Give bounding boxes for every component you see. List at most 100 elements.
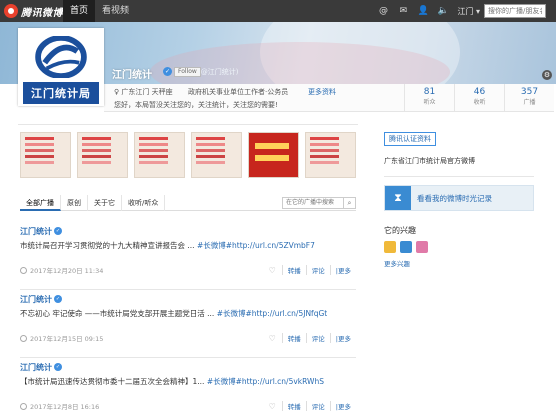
post-author[interactable]: 江门统计	[20, 226, 52, 237]
search-input[interactable]	[484, 4, 546, 18]
interest-icon[interactable]	[416, 241, 428, 253]
stat-label: 听众	[423, 99, 436, 106]
jiangmen-logo-icon	[35, 36, 87, 78]
list-item: 江门统计 ✓ 不忘初心 牢记使命 ——市统计局党支部开展主题党日活 ... #长…	[20, 290, 356, 358]
verified-icon: ✓	[54, 295, 62, 303]
interests-title: 它的兴趣	[384, 226, 416, 235]
clock-icon	[20, 334, 27, 342]
more-button[interactable]: |更多	[329, 401, 356, 411]
post-meta: 2017年12月15日 09:15 ♡ 转播 评论 |更多	[20, 332, 356, 344]
heart-icon[interactable]: ♡	[269, 334, 276, 343]
post-body: 市统计局召开学习贯彻党的十九大精神宣讲报告会 ...	[20, 241, 195, 250]
photo-thumbnail[interactable]	[248, 132, 299, 178]
post-time[interactable]: 2017年12月8日 16:16	[30, 401, 99, 411]
divider	[18, 124, 358, 125]
post-link[interactable]: #长微博#http://url.cn/5JNfqGt	[217, 309, 328, 318]
interest-icons	[384, 241, 534, 253]
post-time[interactable]: 2017年12月20日 11:34	[30, 265, 103, 275]
post-text: 不忘初心 牢记使命 ——市统计局党支部开展主题党日活 ... #长微博#http…	[20, 308, 356, 319]
photo-thumbnail[interactable]	[20, 132, 71, 178]
stat-label: 收听	[473, 99, 486, 106]
post-link[interactable]: #长微博#http://url.cn/5ZVmbF7	[197, 241, 315, 250]
timeline-button[interactable]: ⧗ 看看我的微博时光记录	[384, 185, 534, 211]
photo-thumbnail[interactable]	[134, 132, 185, 178]
follow-button[interactable]: Follow	[174, 67, 201, 77]
clock-icon	[20, 402, 27, 410]
post-author[interactable]: 江门统计	[20, 362, 52, 373]
location-text: ♀ 广东江门 天秤座	[114, 88, 173, 96]
profile-stats: 81 听众 46 收听 357 广播	[404, 84, 554, 112]
more-button[interactable]: |更多	[329, 333, 356, 343]
interest-icon[interactable]	[400, 241, 412, 253]
tab-about[interactable]: 关于它	[88, 194, 122, 211]
post-meta: 2017年12月8日 16:16 ♡ 转播 评论 |更多	[20, 400, 356, 412]
verified-icon: ✓	[163, 67, 172, 76]
stat-listeners[interactable]: 81 听众	[404, 84, 454, 112]
post-meta: 2017年12月20日 11:34 ♡ 转播 评论 |更多	[20, 264, 356, 276]
stat-label: 广播	[523, 99, 536, 106]
stat-broadcasts[interactable]: 357 广播	[504, 84, 554, 112]
nav-videos[interactable]: 看视频	[95, 0, 136, 22]
right-sidebar: 腾讯认证资料 广东省江门市统计局官方微博 ⧗ 看看我的微博时光记录 它的兴趣 更…	[384, 132, 534, 268]
stat-number: 46	[473, 87, 486, 97]
avatar[interactable]: 江门统计局	[18, 28, 104, 106]
bio-text: 您好，本局暂没关注您的，关注统计，关注您的需要!	[114, 101, 278, 109]
feed-list: 江门统计 ✓ 市统计局召开学习贯彻党的十九大精神宣讲报告会 ... #长微博#h…	[20, 222, 356, 418]
timeline-text: 看看我的微博时光记录	[417, 193, 492, 203]
top-nav: 腾讯微博 首页 看视频 @ ✉ 👤 🔈 江门 ▾	[0, 0, 556, 22]
auth-description: 广东省江门市统计局官方微博	[384, 157, 475, 165]
post-author[interactable]: 江门统计	[20, 294, 52, 305]
mail-icon[interactable]: ✉	[393, 0, 413, 22]
nav-home[interactable]: 首页	[63, 0, 96, 22]
photo-thumbnail[interactable]	[77, 132, 128, 178]
post-text: 【市统计局迅速传达贯彻市委十二届五次全会精神】1... #长微博#http://…	[20, 376, 356, 387]
logo-text: 腾讯微博	[21, 7, 63, 19]
more-button[interactable]: |更多	[329, 265, 356, 275]
logo-eye-icon	[4, 4, 18, 18]
at-icon[interactable]: @	[373, 0, 393, 22]
weibo-logo[interactable]: 腾讯微博	[4, 0, 63, 22]
user-icon[interactable]: 👤	[413, 0, 433, 22]
clock-icon	[20, 266, 27, 274]
tab-all[interactable]: 全部广播	[20, 194, 61, 211]
more-interests-link[interactable]: 更多兴趣	[384, 258, 534, 268]
heart-icon[interactable]: ♡	[269, 266, 276, 275]
region-selector[interactable]: 江门 ▾	[453, 6, 484, 17]
comment-button[interactable]: 评论	[305, 265, 330, 275]
post-time[interactable]: 2017年12月15日 09:15	[30, 333, 103, 343]
avatar-title: 江门统计局	[23, 82, 99, 104]
gear-icon[interactable]: ⚙	[542, 70, 552, 80]
repost-button[interactable]: 转播	[281, 333, 306, 343]
tab-original[interactable]: 原创	[61, 194, 88, 211]
stat-number: 81	[423, 87, 436, 97]
profile-name: 江门统计	[112, 70, 152, 81]
interest-icon[interactable]	[384, 241, 396, 253]
auth-info-label: 腾讯认证资料	[384, 132, 436, 146]
post-body: 不忘初心 牢记使命 ——市统计局党支部开展主题党日活 ...	[20, 309, 215, 318]
comment-button[interactable]: 评论	[305, 333, 330, 343]
post-link[interactable]: #长微博#http://url.cn/5vkRWhS	[207, 377, 324, 386]
profile-info: ♀ 广东江门 天秤座 政府机关事业单位工作者·公务员 更多资料 您好，本局暂没关…	[104, 84, 554, 112]
stat-following[interactable]: 46 收听	[454, 84, 504, 112]
category-text: 政府机关事业单位工作者·公务员	[188, 88, 289, 96]
feed-search-input[interactable]	[282, 196, 344, 209]
tab-listeners[interactable]: 收听/听众	[122, 194, 166, 211]
photo-thumbnail[interactable]	[191, 132, 242, 178]
repost-button[interactable]: 转播	[281, 401, 306, 411]
verified-icon: ✓	[54, 227, 62, 235]
search-icon[interactable]: ⌕	[344, 196, 356, 209]
more-info-link[interactable]: 更多资料	[308, 87, 336, 97]
sound-icon[interactable]: 🔈	[433, 0, 453, 22]
stat-number: 357	[520, 87, 539, 97]
photo-thumbnail[interactable]	[305, 132, 356, 178]
divider	[384, 176, 534, 177]
post-body: 【市统计局迅速传达贯彻市委十二届五次全会精神】1...	[20, 377, 205, 386]
heart-icon[interactable]: ♡	[269, 402, 276, 411]
post-text: 市统计局召开学习贯彻党的十九大精神宣讲报告会 ... #长微博#http://u…	[20, 240, 356, 251]
list-item: 江门统计 ✓ 【市统计局迅速传达贯彻市委十二届五次全会精神】1... #长微博#…	[20, 358, 356, 418]
photo-strip	[20, 132, 356, 182]
verified-icon: ✓	[54, 363, 62, 371]
repost-button[interactable]: 转播	[281, 265, 306, 275]
comment-button[interactable]: 评论	[305, 401, 330, 411]
feed-tabs: 全部广播 原创 关于它 收听/听众 ⌕	[20, 194, 356, 211]
